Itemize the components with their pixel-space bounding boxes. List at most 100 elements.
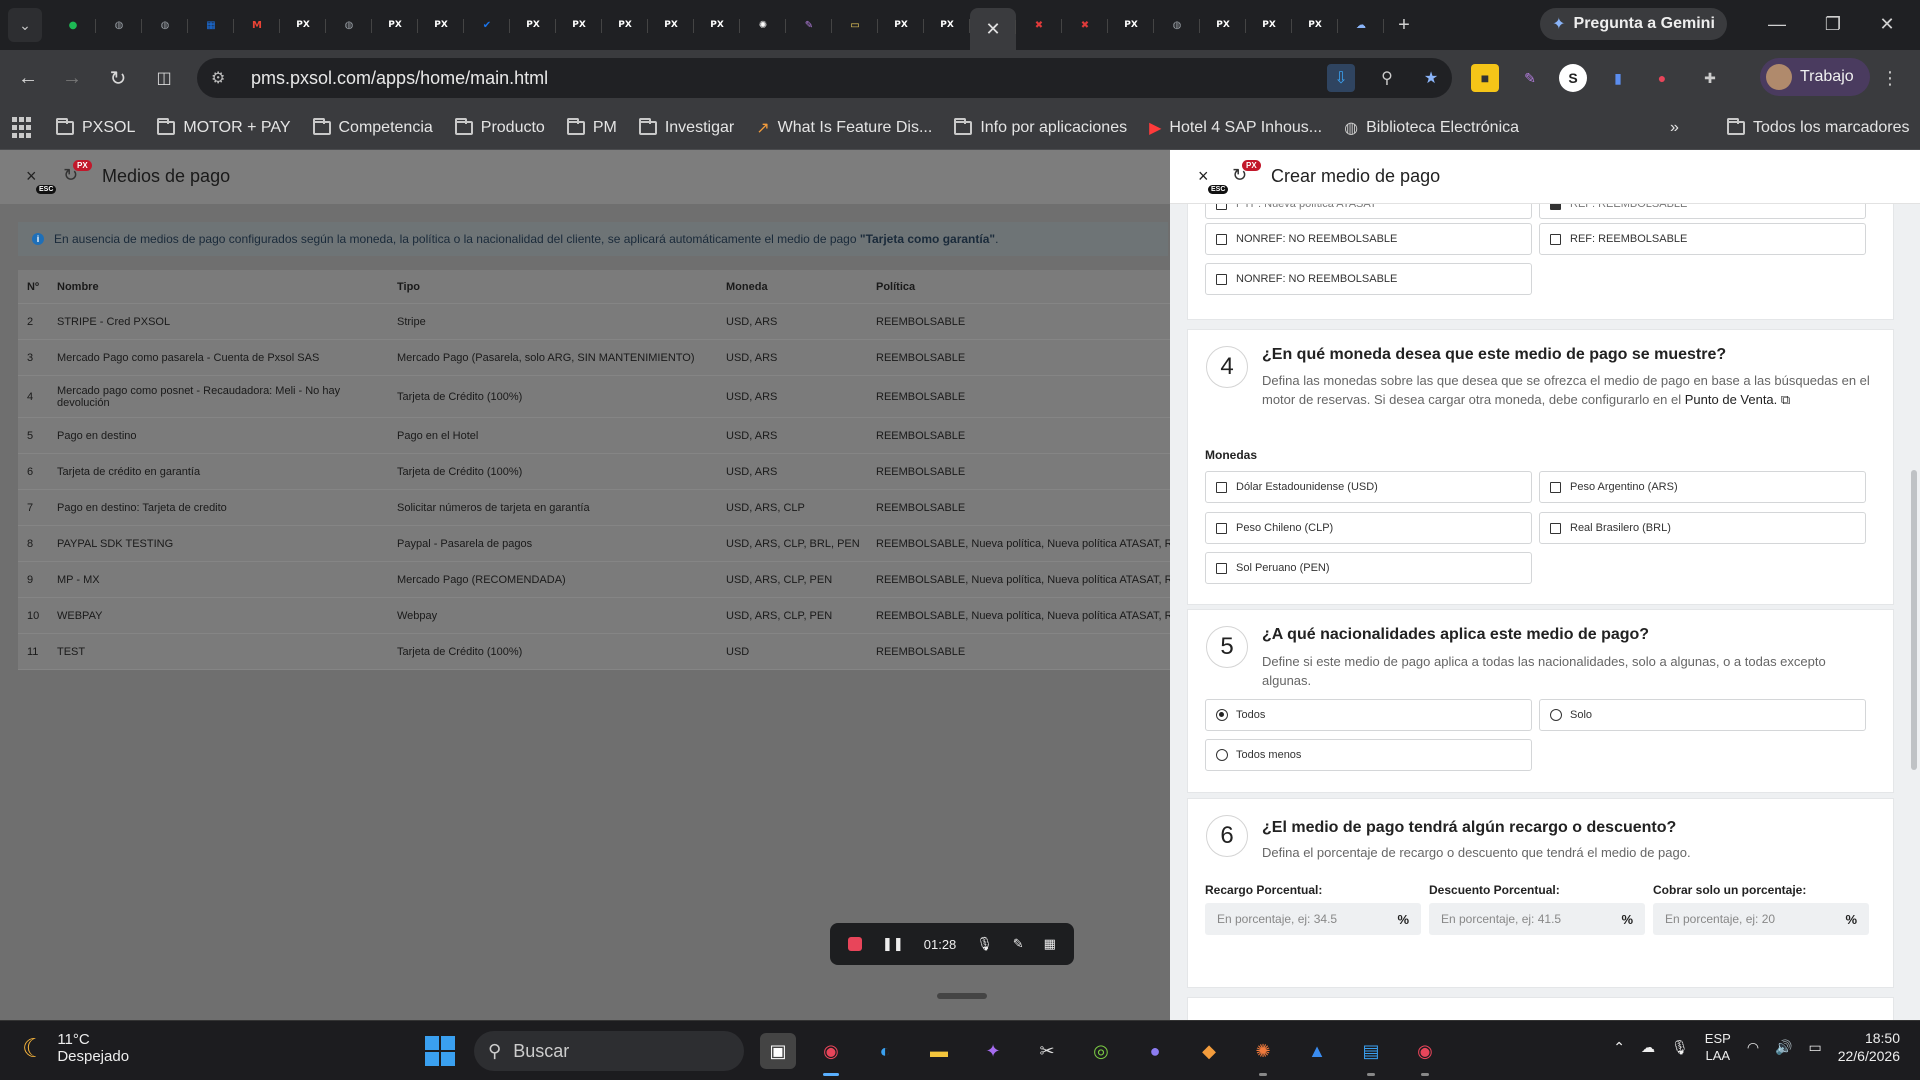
- all-bookmarks-button[interactable]: Todos los marcadores: [1727, 117, 1910, 137]
- copilot-icon[interactable]: ✦: [975, 1033, 1011, 1069]
- site-info-icon[interactable]: ⚙: [211, 68, 231, 88]
- checkbox[interactable]: [1216, 273, 1227, 285]
- browser-tab[interactable]: PX: [1246, 7, 1292, 43]
- column-header[interactable]: Moneda: [717, 281, 867, 293]
- checkbox[interactable]: [1216, 481, 1227, 493]
- start-button[interactable]: [425, 1036, 455, 1066]
- extensions-puzzle-icon[interactable]: ✚: [1696, 64, 1724, 92]
- partial-charge-input[interactable]: En porcentaje, ej: 20%: [1653, 903, 1869, 935]
- checkbox[interactable]: [1550, 522, 1561, 534]
- s-extension-icon[interactable]: S: [1559, 64, 1587, 92]
- minimize-window-button[interactable]: —: [1752, 8, 1802, 40]
- bookmark-star-icon[interactable]: ★: [1417, 64, 1445, 92]
- camera-off-icon[interactable]: ▦: [1044, 936, 1056, 952]
- reload-button[interactable]: ↻: [102, 62, 134, 94]
- files-extension-icon[interactable]: ▮: [1604, 64, 1632, 92]
- file-explorer-icon[interactable]: ▬: [921, 1033, 957, 1069]
- bookmark-item[interactable]: ↗ What Is Feature Dis...: [756, 118, 932, 138]
- browser-tab[interactable]: PX: [1200, 7, 1246, 43]
- close-drawer-icon[interactable]: ×: [1198, 166, 1209, 187]
- radio-button[interactable]: [1216, 749, 1228, 761]
- currency-option-usd[interactable]: Dólar Estadounidense (USD): [1205, 471, 1532, 503]
- onedrive-icon[interactable]: ☁: [1641, 1039, 1655, 1056]
- policy-option[interactable]: NONREF: NO REEMBOLSABLE: [1205, 263, 1532, 295]
- bookmark-item[interactable]: ◍ Biblioteca Electrónica: [1344, 118, 1519, 138]
- close-icon[interactable]: ×: [26, 166, 37, 187]
- browser-tab[interactable]: ◍: [326, 7, 372, 43]
- apps-grid-icon[interactable]: [12, 116, 34, 139]
- checkbox[interactable]: [1216, 562, 1227, 574]
- browser-tab[interactable]: ●: [50, 7, 96, 43]
- taskbar-search[interactable]: ⚲ Buscar: [474, 1031, 744, 1071]
- browser-tab[interactable]: ▦: [188, 7, 234, 43]
- currency-option-pen[interactable]: Sol Peruano (PEN): [1205, 552, 1532, 584]
- checkbox[interactable]: [1550, 233, 1561, 245]
- task-view-icon[interactable]: ▣: [760, 1033, 796, 1069]
- install-app-icon[interactable]: ⇩: [1327, 64, 1355, 92]
- gemini-button[interactable]: ✦ Pregunta a Gemini: [1540, 8, 1727, 40]
- spiral-app-icon[interactable]: ◎: [1083, 1033, 1119, 1069]
- address-bar[interactable]: ⚙ pms.pxsol.com/apps/home/main.html ⇩ ⚲ …: [197, 58, 1452, 98]
- bookmark-item[interactable]: Producto: [454, 117, 545, 137]
- browser-tab[interactable]: PX: [372, 7, 418, 43]
- table-row[interactable]: 8 PAYPAL SDK TESTING Paypal - Pasarela de …: [18, 526, 1170, 562]
- back-button[interactable]: ←: [12, 62, 44, 94]
- browser-tab[interactable]: PX: [602, 7, 648, 43]
- browser-tab[interactable]: ◍: [96, 7, 142, 43]
- chevron-up-icon[interactable]: ⌃: [1613, 1039, 1625, 1056]
- table-row[interactable]: 2 STRIPE - Cred PXSOL Stripe USD, ARS REEMBO…: [18, 304, 1170, 340]
- bookmark-item[interactable]: MOTOR + PAY: [157, 117, 291, 137]
- column-header[interactable]: Nº: [18, 281, 48, 293]
- browser-tab[interactable]: M: [234, 7, 280, 43]
- azure-icon[interactable]: ▲: [1299, 1033, 1335, 1069]
- policy-option[interactable]: REF: REEMBOLSABLE: [1539, 223, 1866, 255]
- currency-option-ars[interactable]: Peso Argentino (ARS): [1539, 471, 1866, 503]
- browser-tab[interactable]: ✖: [1016, 7, 1062, 43]
- keep-extension-icon[interactable]: ■: [1471, 64, 1499, 92]
- browser-tab[interactable]: PX: [1292, 7, 1338, 43]
- radio-button[interactable]: [1216, 709, 1228, 721]
- browser-tab[interactable]: PX: [510, 7, 556, 43]
- surcharge-input[interactable]: En porcentaje, ej: 34.5%: [1205, 903, 1421, 935]
- zoom-icon[interactable]: ⚲: [1373, 64, 1401, 92]
- browser-tab[interactable]: ✖: [1062, 7, 1108, 43]
- pause-icon[interactable]: ❚❚: [882, 936, 904, 952]
- nationality-option-todos-menos[interactable]: Todos menos: [1205, 739, 1532, 771]
- currency-option-clp[interactable]: Peso Chileno (CLP): [1205, 512, 1532, 544]
- checkbox[interactable]: [1550, 481, 1561, 493]
- notepad-icon[interactable]: ▤: [1353, 1033, 1389, 1076]
- table-row[interactable]: 10 WEBPAY Webpay USD, ARS, CLP, PEN REEMBOLS…: [18, 598, 1170, 634]
- close-window-button[interactable]: ✕: [1862, 8, 1912, 40]
- point-of-sale-link[interactable]: Punto de Venta. ⧉: [1685, 392, 1790, 407]
- stop-recording-button[interactable]: [847, 937, 862, 951]
- browser-tab[interactable]: ◍: [142, 7, 188, 43]
- profile-button[interactable]: Trabajo: [1760, 58, 1870, 96]
- bookmark-item[interactable]: PXSOL: [56, 117, 135, 137]
- policy-option[interactable]: NONREF: NO REEMBOLSABLE: [1205, 223, 1532, 255]
- record-extension-icon[interactable]: ●: [1648, 64, 1676, 92]
- browser-tab[interactable]: PX: [694, 7, 740, 43]
- browser-tab[interactable]: ✔: [464, 7, 510, 43]
- column-header[interactable]: Política: [867, 281, 1170, 293]
- browser-tab[interactable]: ☁: [1338, 7, 1384, 43]
- microphone-icon[interactable]: 🎙: [1671, 1039, 1689, 1056]
- table-row[interactable]: 3 Mercado Pago como pasarela - Cuenta de …: [18, 340, 1170, 376]
- discount-input[interactable]: En porcentaje, ej: 41.5%: [1429, 903, 1645, 935]
- input-language[interactable]: ESP LAA: [1705, 1030, 1731, 1064]
- browser-tab[interactable]: PX: [418, 7, 464, 43]
- bookmark-item[interactable]: Info por aplicaciones: [954, 117, 1127, 137]
- snipping-tool-icon[interactable]: ✂: [1029, 1033, 1065, 1069]
- table-row[interactable]: 5 Pago en destino Pago en el Hotel USD, ARS…: [18, 418, 1170, 454]
- table-row[interactable]: 6 Tarjeta de crédito en garantía Tarjeta d…: [18, 454, 1170, 490]
- drawer-scrollbar[interactable]: [1911, 470, 1917, 770]
- bookmark-item[interactable]: Competencia: [312, 117, 433, 137]
- table-row[interactable]: 4 Mercado pago como posnet - Recaudadora:…: [18, 376, 1170, 418]
- bookmark-item[interactable]: Investigar: [638, 117, 734, 137]
- column-header[interactable]: Nombre: [48, 281, 388, 293]
- pen-icon[interactable]: ✎: [1013, 936, 1024, 952]
- new-tab-button[interactable]: +: [1388, 14, 1420, 37]
- browser-tab[interactable]: PX: [556, 7, 602, 43]
- wifi-icon[interactable]: ◠: [1747, 1039, 1759, 1056]
- browser-tab[interactable]: ✕: [970, 8, 1016, 50]
- fox-app-icon[interactable]: ◆: [1191, 1033, 1227, 1069]
